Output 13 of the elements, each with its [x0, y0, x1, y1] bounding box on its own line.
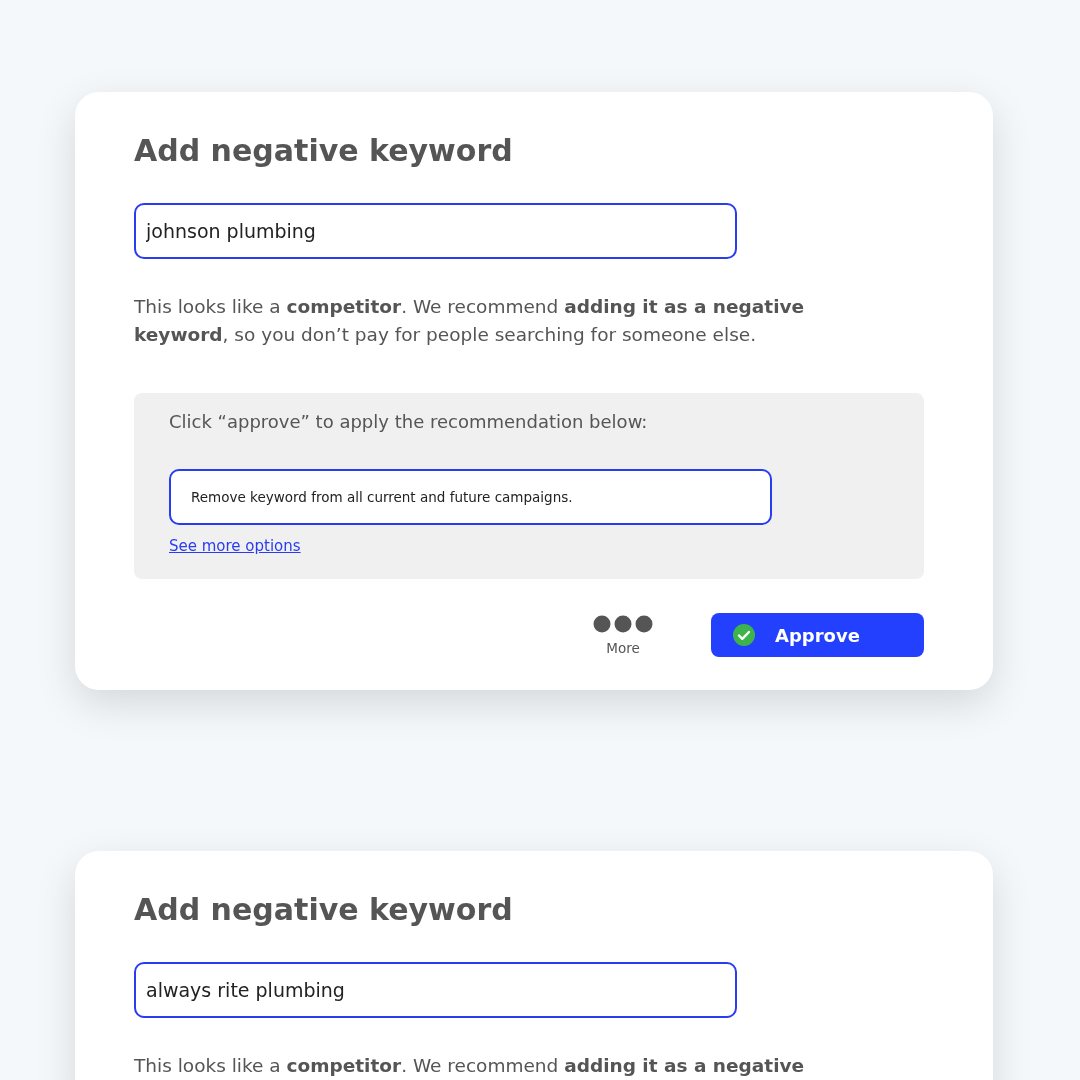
more-button[interactable]: More	[593, 614, 653, 656]
more-icon	[593, 614, 653, 634]
keyword-field[interactable]: johnson plumbing	[134, 203, 737, 259]
dialog-title: Add negative keyword	[134, 891, 514, 929]
recommendation-option[interactable]: Remove keyword from all current and future campaigns.	[169, 469, 772, 525]
instruction-text: Click “approve” to apply the recommendation below:	[169, 410, 649, 434]
description-text: This looks like a competitor. We recommend adding it as a negative keyword, so you don’t pay for people searching for someone else.	[134, 295, 806, 347]
description-text: This looks like a competitor. We recommend adding it as a negative	[134, 1054, 806, 1078]
approve-button[interactable]: Approve	[711, 613, 924, 657]
check-icon	[733, 624, 755, 646]
keyword-field[interactable]: always rite plumbing	[134, 962, 737, 1018]
dialog-title: Add negative keyword	[134, 132, 514, 170]
see-more-options-link[interactable]: See more options	[169, 537, 301, 555]
